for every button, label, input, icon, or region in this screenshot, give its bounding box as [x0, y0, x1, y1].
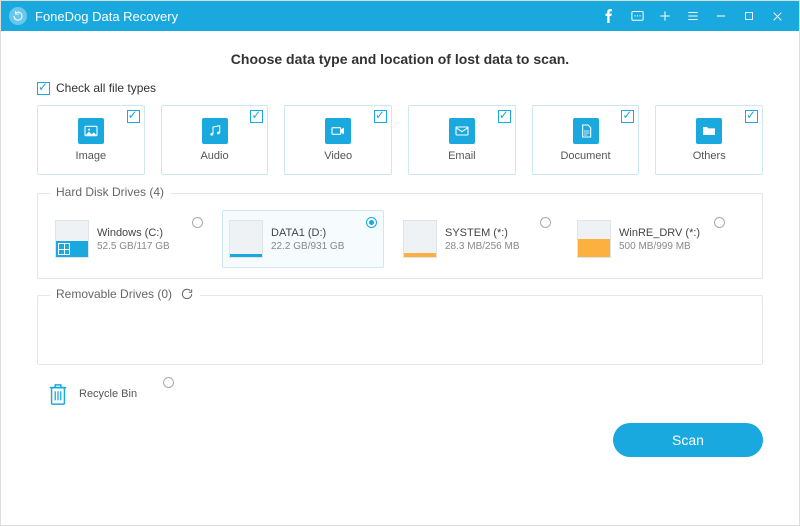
removable-section-title: Removable Drives (0)	[56, 287, 172, 301]
feedback-icon[interactable]	[623, 1, 651, 31]
removable-section: Removable Drives (0)	[37, 295, 763, 365]
drive-size: 52.5 GB/117 GB	[97, 241, 170, 252]
drive-winre[interactable]: WinRE_DRV (*:) 500 MB/999 MB	[570, 210, 732, 268]
refresh-icon[interactable]	[180, 287, 194, 301]
type-email-label: Email	[448, 150, 476, 162]
type-video-label: Video	[324, 150, 352, 162]
scan-button[interactable]: Scan	[613, 423, 763, 457]
recycle-bin-label: Recycle Bin	[79, 388, 137, 400]
hdd-section-title: Hard Disk Drives (4)	[50, 185, 170, 199]
type-others-label: Others	[693, 150, 726, 162]
hdd-section: Hard Disk Drives (4) Windows (C:) 52.5 G…	[37, 193, 763, 279]
image-icon	[78, 118, 104, 144]
type-document[interactable]: Document	[532, 105, 640, 175]
check-all-label: Check all file types	[56, 81, 156, 95]
drive-icon	[55, 220, 89, 258]
recycle-bin-option[interactable]: Recycle Bin	[47, 381, 763, 407]
drive-name: WinRE_DRV (*:)	[619, 227, 700, 239]
check-all-row[interactable]: Check all file types	[37, 81, 763, 95]
drive-system-radio[interactable]	[540, 217, 551, 228]
drive-name: DATA1 (D:)	[271, 227, 344, 239]
app-title: FoneDog Data Recovery	[35, 9, 178, 24]
title-bar: FoneDog Data Recovery	[1, 1, 799, 31]
email-icon	[449, 118, 475, 144]
hdd-drives-row: Windows (C:) 52.5 GB/117 GB DATA1 (D:) 2…	[48, 210, 752, 268]
maximize-button[interactable]	[735, 1, 763, 31]
page-heading: Choose data type and location of lost da…	[37, 51, 763, 67]
type-video-checkbox[interactable]	[374, 110, 387, 123]
type-others-checkbox[interactable]	[745, 110, 758, 123]
drive-icon	[403, 220, 437, 258]
trash-icon	[47, 381, 69, 407]
close-button[interactable]	[763, 1, 791, 31]
type-email-checkbox[interactable]	[498, 110, 511, 123]
video-icon	[325, 118, 351, 144]
file-types-grid: Image Audio Video Email Document	[37, 105, 763, 175]
type-video[interactable]: Video	[284, 105, 392, 175]
facebook-icon[interactable]	[595, 1, 623, 31]
recycle-bin-radio[interactable]	[163, 377, 174, 388]
drive-c-radio[interactable]	[192, 217, 203, 228]
drive-system[interactable]: SYSTEM (*:) 28.3 MB/256 MB	[396, 210, 558, 268]
type-image[interactable]: Image	[37, 105, 145, 175]
type-image-checkbox[interactable]	[127, 110, 140, 123]
drive-d-radio[interactable]	[366, 217, 377, 228]
app-window: FoneDog Data Recovery Choose data type a…	[0, 0, 800, 526]
drive-winre-radio[interactable]	[714, 217, 725, 228]
menu-icon[interactable]	[679, 1, 707, 31]
type-document-checkbox[interactable]	[621, 110, 634, 123]
type-audio-label: Audio	[200, 150, 228, 162]
drive-icon	[577, 220, 611, 258]
folder-icon	[696, 118, 722, 144]
check-all-checkbox[interactable]	[37, 82, 50, 95]
type-audio[interactable]: Audio	[161, 105, 269, 175]
document-icon	[573, 118, 599, 144]
type-image-label: Image	[76, 150, 107, 162]
plus-icon[interactable]	[651, 1, 679, 31]
drive-size: 500 MB/999 MB	[619, 241, 700, 252]
drive-name: Windows (C:)	[97, 227, 170, 239]
drive-name: SYSTEM (*:)	[445, 227, 519, 239]
drive-size: 22.2 GB/931 GB	[271, 241, 344, 252]
minimize-button[interactable]	[707, 1, 735, 31]
drive-size: 28.3 MB/256 MB	[445, 241, 519, 252]
type-document-label: Document	[560, 150, 610, 162]
drive-d[interactable]: DATA1 (D:) 22.2 GB/931 GB	[222, 210, 384, 268]
windows-logo-icon	[58, 243, 70, 255]
audio-icon	[202, 118, 228, 144]
drive-icon	[229, 220, 263, 258]
type-others[interactable]: Others	[655, 105, 763, 175]
app-logo-icon	[9, 7, 27, 25]
type-email[interactable]: Email	[408, 105, 516, 175]
type-audio-checkbox[interactable]	[250, 110, 263, 123]
drive-c[interactable]: Windows (C:) 52.5 GB/117 GB	[48, 210, 210, 268]
